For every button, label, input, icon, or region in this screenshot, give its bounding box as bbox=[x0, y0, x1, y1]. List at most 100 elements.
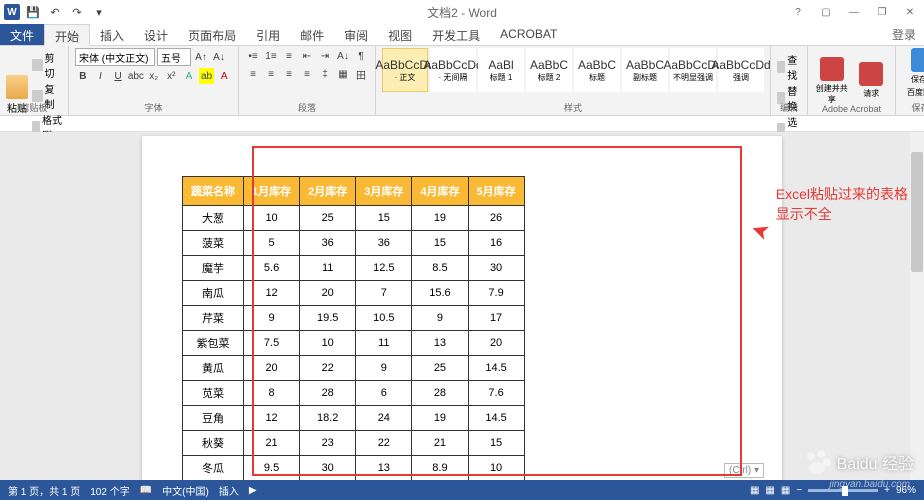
table-header[interactable]: 3月库存 bbox=[356, 177, 412, 206]
text-effects-button[interactable]: A bbox=[181, 68, 197, 84]
table-cell[interactable]: 10 bbox=[300, 331, 356, 356]
style-标题[interactable]: AaBbC标题 bbox=[574, 48, 620, 92]
table-cell[interactable]: 芹菜 bbox=[183, 306, 244, 331]
table-row[interactable]: 魔芋5.61112.58.530 bbox=[183, 256, 525, 281]
pasted-table[interactable]: 蔬菜名称1月库存2月库存3月库存4月库存5月库存大葱1025151926菠菜53… bbox=[182, 176, 525, 481]
table-cell[interactable]: 大葱 bbox=[183, 206, 244, 231]
superscript-button[interactable]: x² bbox=[164, 68, 180, 84]
table-cell[interactable]: 22 bbox=[356, 431, 412, 456]
table-header[interactable]: 2月库存 bbox=[300, 177, 356, 206]
table-cell[interactable]: 36 bbox=[356, 231, 412, 256]
spell-check-icon[interactable]: 📖 bbox=[140, 485, 152, 496]
table-cell[interactable]: 12.5 bbox=[356, 256, 412, 281]
justify-button[interactable]: ≡ bbox=[299, 66, 315, 82]
subscript-button[interactable]: x₂ bbox=[146, 68, 162, 84]
view-web-button[interactable]: ▦ bbox=[781, 485, 790, 496]
multilevel-button[interactable]: ≡ bbox=[281, 48, 297, 64]
tab-设计[interactable]: 设计 bbox=[134, 24, 178, 45]
table-row[interactable]: 大葱1025151926 bbox=[183, 206, 525, 231]
shrink-font-button[interactable]: A↓ bbox=[211, 49, 227, 65]
table-header[interactable]: 4月库存 bbox=[412, 177, 468, 206]
table-cell[interactable]: 南瓜 bbox=[183, 281, 244, 306]
table-cell[interactable]: 28 bbox=[412, 381, 468, 406]
table-cell[interactable]: 13 bbox=[356, 456, 412, 481]
sort-button[interactable]: A↓ bbox=[335, 48, 351, 64]
numbering-button[interactable]: 1≡ bbox=[263, 48, 279, 64]
table-cell[interactable]: 15 bbox=[468, 431, 524, 456]
tab-视图[interactable]: 视图 bbox=[378, 24, 422, 45]
table-cell[interactable]: 8.5 bbox=[412, 256, 468, 281]
table-cell[interactable]: 15 bbox=[412, 231, 468, 256]
view-print-button[interactable]: ▦ bbox=[765, 485, 774, 496]
ribbon-display-button[interactable]: ▢ bbox=[816, 4, 836, 20]
table-cell[interactable]: 8 bbox=[244, 381, 300, 406]
font-family-combo[interactable]: 宋体 (中文正文) bbox=[75, 48, 155, 66]
qat-save[interactable]: 💾 bbox=[24, 3, 42, 21]
tab-ACROBAT[interactable]: ACROBAT bbox=[490, 24, 567, 45]
align-right-button[interactable]: ≡ bbox=[281, 66, 297, 82]
table-header[interactable]: 1月库存 bbox=[244, 177, 300, 206]
tab-引用[interactable]: 引用 bbox=[246, 24, 290, 45]
style-· 无间隔[interactable]: AaBbCcDd· 无间隔 bbox=[430, 48, 476, 92]
style-标题 2[interactable]: AaBbC标题 2 bbox=[526, 48, 572, 92]
table-cell[interactable]: 7 bbox=[356, 281, 412, 306]
table-cell[interactable]: 25 bbox=[300, 206, 356, 231]
table-cell[interactable]: 黄瓜 bbox=[183, 356, 244, 381]
highlight-button[interactable]: ab bbox=[199, 68, 215, 84]
table-cell[interactable]: 13 bbox=[412, 331, 468, 356]
table-cell[interactable]: 20 bbox=[468, 331, 524, 356]
save-baidu-button[interactable]: 保存到 百度网盘 bbox=[902, 48, 924, 98]
tab-审阅[interactable]: 审阅 bbox=[334, 24, 378, 45]
table-row[interactable]: 豆角1218.2241914.5 bbox=[183, 406, 525, 431]
qat-customize[interactable]: ▾ bbox=[90, 3, 108, 21]
table-row[interactable]: 黄瓜202292514.5 bbox=[183, 356, 525, 381]
table-cell[interactable]: 28 bbox=[300, 381, 356, 406]
table-cell[interactable]: 20 bbox=[300, 281, 356, 306]
style-· 正文[interactable]: AaBbCcDd· 正文 bbox=[382, 48, 428, 92]
table-cell[interactable]: 9 bbox=[412, 306, 468, 331]
table-cell[interactable]: 秋葵 bbox=[183, 431, 244, 456]
strike-button[interactable]: abc bbox=[128, 68, 144, 84]
view-read-button[interactable]: ▦ bbox=[750, 485, 759, 496]
table-cell[interactable]: 10 bbox=[244, 206, 300, 231]
table-cell[interactable]: 19 bbox=[412, 406, 468, 431]
table-cell[interactable]: 10 bbox=[468, 456, 524, 481]
table-cell[interactable]: 17 bbox=[468, 306, 524, 331]
table-cell[interactable]: 5.6 bbox=[244, 256, 300, 281]
tab-开发工具[interactable]: 开发工具 bbox=[422, 24, 490, 45]
table-cell[interactable]: 豆角 bbox=[183, 406, 244, 431]
table-cell[interactable]: 25 bbox=[412, 356, 468, 381]
table-cell[interactable]: 19.5 bbox=[300, 306, 356, 331]
table-row[interactable]: 秋葵2123222115 bbox=[183, 431, 525, 456]
align-center-button[interactable]: ≡ bbox=[263, 66, 279, 82]
table-cell[interactable]: 6 bbox=[356, 381, 412, 406]
zoom-out-button[interactable]: − bbox=[796, 485, 802, 496]
table-cell[interactable]: 19 bbox=[412, 206, 468, 231]
table-cell[interactable]: 36 bbox=[300, 231, 356, 256]
qat-redo[interactable]: ↷ bbox=[68, 3, 86, 21]
minimize-button[interactable]: — bbox=[844, 4, 864, 20]
table-cell[interactable]: 菠菜 bbox=[183, 231, 244, 256]
table-cell[interactable]: 8.9 bbox=[412, 456, 468, 481]
find-button[interactable]: 查找 bbox=[777, 52, 801, 82]
table-cell[interactable]: 26 bbox=[468, 206, 524, 231]
table-cell[interactable]: 18.2 bbox=[300, 406, 356, 431]
shading-button[interactable]: ▦ bbox=[335, 66, 351, 82]
bullets-button[interactable]: •≡ bbox=[245, 48, 261, 64]
table-cell[interactable]: 24 bbox=[356, 406, 412, 431]
table-cell[interactable]: 30 bbox=[300, 456, 356, 481]
table-row[interactable]: 菠菜536361516 bbox=[183, 231, 525, 256]
table-cell[interactable]: 冬瓜 bbox=[183, 456, 244, 481]
table-cell[interactable]: 9.5 bbox=[244, 456, 300, 481]
login-link[interactable]: 登录 bbox=[892, 24, 924, 45]
table-cell[interactable]: 10.5 bbox=[356, 306, 412, 331]
table-cell[interactable]: 11 bbox=[356, 331, 412, 356]
table-cell[interactable]: 30 bbox=[468, 256, 524, 281]
table-cell[interactable]: 7.6 bbox=[468, 381, 524, 406]
style-副标题[interactable]: AaBbC副标题 bbox=[622, 48, 668, 92]
grow-font-button[interactable]: A↑ bbox=[193, 49, 209, 65]
styles-gallery[interactable]: AaBbCcDd· 正文AaBbCcDd· 无间隔AaBl标题 1AaBbC标题… bbox=[382, 48, 764, 92]
page-indicator[interactable]: 第 1 页，共 1 页 bbox=[8, 483, 80, 498]
table-cell[interactable]: 20 bbox=[244, 356, 300, 381]
paste-options-button[interactable]: (Ctrl) ▾ bbox=[724, 463, 764, 478]
